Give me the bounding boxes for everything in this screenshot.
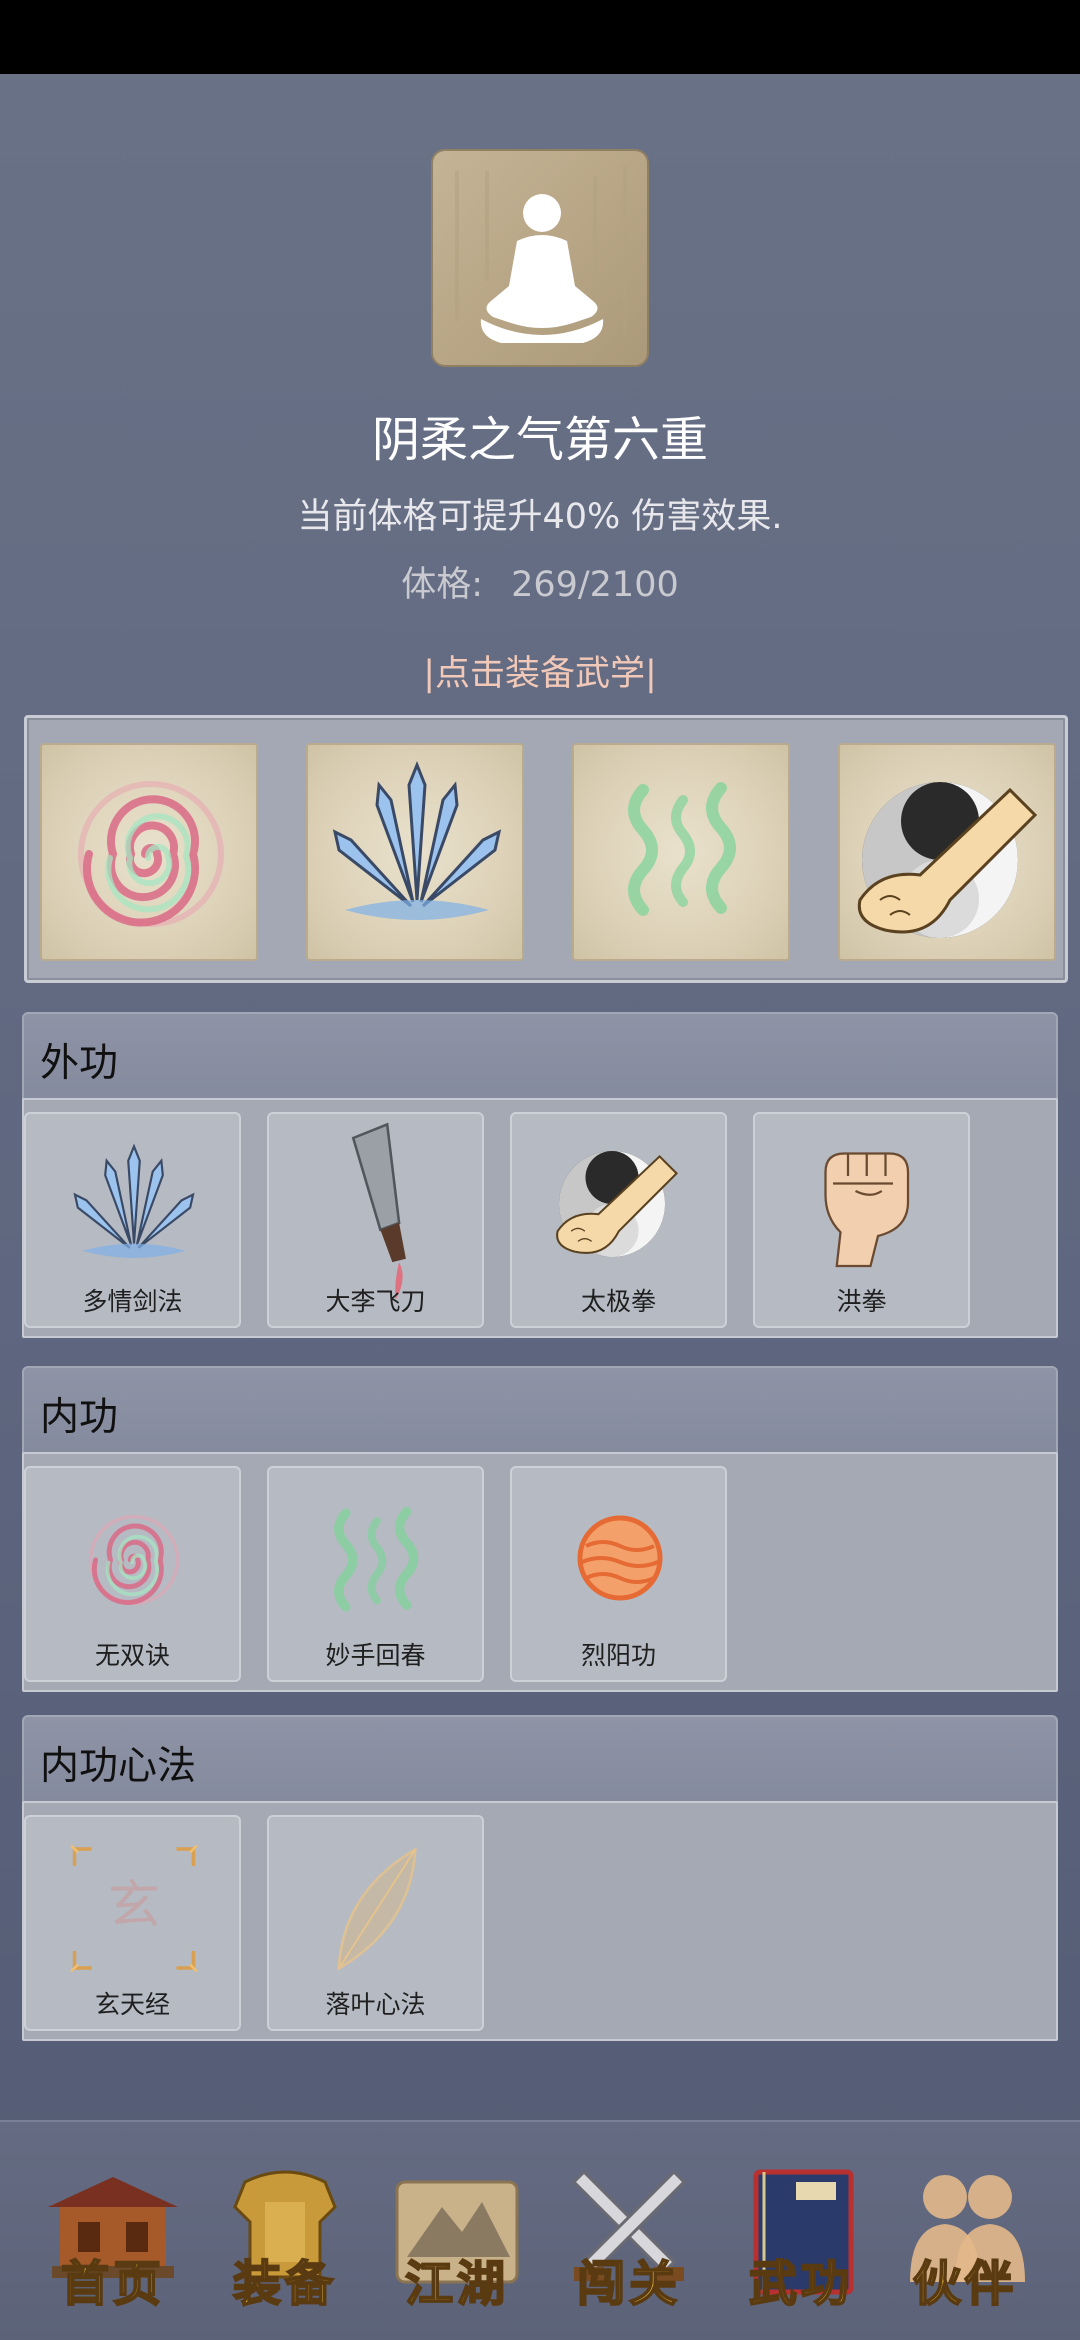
page-title: 阴柔之气第六重 — [371, 412, 708, 468]
skill-card-taiji-fist[interactable]: 太极拳 — [510, 1112, 727, 1328]
section-body-internal: 无双诀 妙手回春 烈阳功 — [22, 1452, 1058, 1692]
equipped-skills-panel — [24, 715, 1068, 983]
stat-value: 269/2100 — [511, 565, 679, 605]
skill-card-wushuang[interactable]: 无双诀 — [24, 1466, 241, 1682]
section-title: 内功心法 — [40, 1744, 197, 1789]
skill-card-xuantian[interactable]: 玄 玄天经 — [24, 1815, 241, 2031]
nav-challenge[interactable]: 闯关 — [554, 2162, 704, 2313]
equipped-slot-3[interactable] — [572, 743, 790, 961]
nav-label: 装备 — [232, 2255, 337, 2313]
section-header-mental-method: 内功心法 — [22, 1715, 1058, 1803]
skill-card-lieyang[interactable]: 烈阳功 — [510, 1466, 727, 1682]
level-description: 当前体格可提升40% 伤害效果. — [297, 497, 783, 537]
section-header-internal: 内功 — [22, 1366, 1058, 1454]
taiji-fist-icon — [857, 780, 1037, 940]
stat-label: 体格: — [401, 565, 484, 605]
section-header-external: 外功 — [22, 1012, 1058, 1100]
status-bar — [0, 0, 1080, 74]
nav-companions[interactable]: 伙伴 — [890, 2162, 1040, 2313]
section-body-mental-method: 玄 玄天经 落叶心法 — [22, 1801, 1058, 2041]
skill-card-falling-leaf[interactable]: 落叶心法 — [267, 1815, 484, 2031]
bottom-nav: 首页 装备 江湖 闯关 武功 伙伴 — [0, 2120, 1080, 2340]
skill-label: 烈阳功 — [580, 1641, 656, 1670]
skill-label: 落叶心法 — [325, 1990, 426, 2019]
equipped-slot-1[interactable] — [40, 743, 258, 961]
nav-home[interactable]: 首页 — [38, 2162, 188, 2313]
nav-label: 首页 — [60, 2255, 165, 2313]
equipped-slot-2[interactable] — [306, 743, 524, 961]
nav-label: 闯关 — [576, 2255, 681, 2313]
section-title: 外功 — [40, 1041, 119, 1086]
constitution-stat: 体格: 269/2100 — [0, 556, 1080, 607]
equipped-slot-4[interactable] — [838, 743, 1056, 961]
nav-label: 江湖 — [404, 2255, 509, 2313]
skill-label: 大李飞刀 — [325, 1287, 426, 1316]
skill-label: 洪拳 — [836, 1287, 887, 1316]
nav-label: 伙伴 — [912, 2255, 1017, 2313]
nav-martial-arts[interactable]: 武功 — [726, 2162, 876, 2313]
meditation-portrait-icon — [431, 149, 649, 367]
spiral-qi-icon — [42, 745, 258, 961]
skill-card-flying-knife[interactable]: 大李飞刀 — [267, 1112, 484, 1328]
nav-equipment[interactable]: 装备 — [210, 2162, 360, 2313]
skill-card-hong-fist[interactable]: 洪拳 — [753, 1112, 970, 1328]
green-waves-icon — [574, 745, 790, 961]
skill-label: 玄天经 — [94, 1990, 170, 2019]
skill-label: 妙手回春 — [325, 1641, 426, 1670]
skill-card-duoqing-sword[interactable]: 多情剑法 — [24, 1112, 241, 1328]
nav-label: 武功 — [748, 2255, 853, 2313]
skill-label: 太极拳 — [580, 1287, 656, 1316]
xuan-glyph: 玄 — [108, 1876, 160, 1936]
skill-label: 多情剑法 — [82, 1287, 183, 1316]
skill-label: 无双诀 — [94, 1641, 170, 1670]
section-title: 内功 — [40, 1395, 119, 1440]
sword-fan-icon — [333, 763, 501, 922]
nav-jianghu[interactable]: 江湖 — [382, 2162, 532, 2313]
section-body-external: 多情剑法 大李飞刀 太极拳 洪拳 — [22, 1098, 1058, 1338]
equip-skill-link[interactable]: |点击装备武学| — [0, 645, 1080, 696]
skill-card-miaoshou[interactable]: 妙手回春 — [267, 1466, 484, 1682]
